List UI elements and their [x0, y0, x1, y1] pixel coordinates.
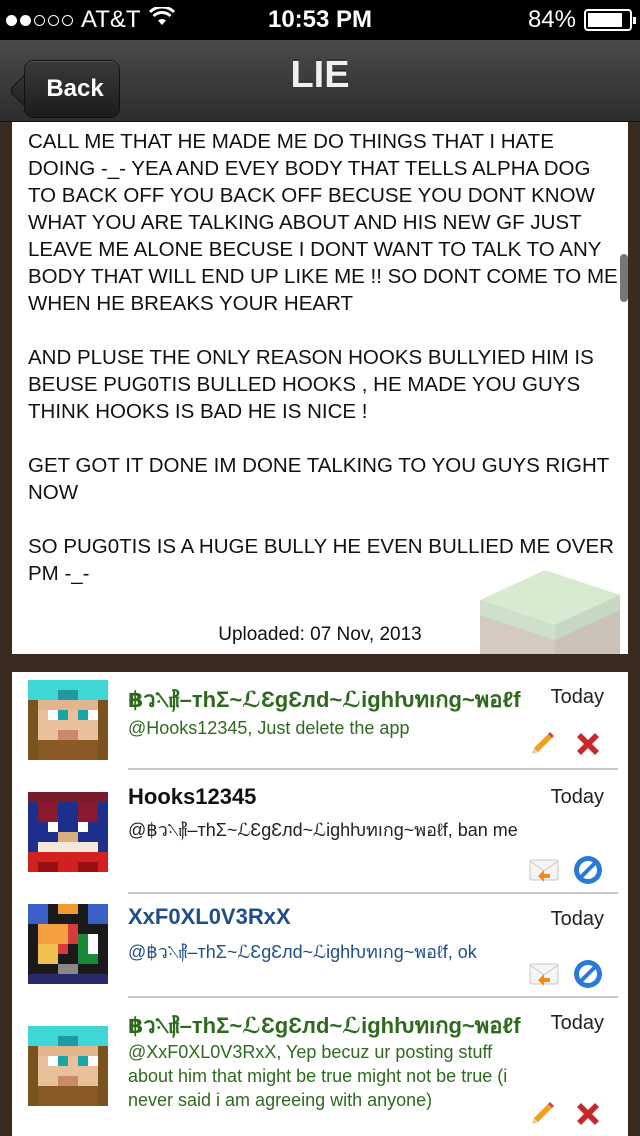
pencil-icon[interactable] [526, 1098, 558, 1130]
block-icon[interactable] [572, 854, 604, 886]
comment-item: Hooks12345 Today @฿ว⳻⳦–тhΣ~ℒƐgƐлd~ℒighƕท… [12, 770, 628, 894]
avatar[interactable] [28, 680, 108, 760]
battery-percent: 84% [527, 6, 576, 33]
comment-username[interactable]: XxF0XL0V3RxX [128, 904, 291, 930]
comment-username[interactable]: ฿ว⳻⳦–тhΣ~ℒƐgƐлd~ℒighƕทıกg~พอℓf [128, 682, 521, 717]
comment-item: ฿ว⳻⳦–тhΣ~ℒƐgƐлd~ℒighƕทıกg~พอℓf Today @Xx… [12, 998, 628, 1136]
comment-username[interactable]: Hooks12345 [128, 784, 256, 810]
comment-date: Today [550, 1012, 604, 1034]
comment-text: @฿ว⳻⳦–тhΣ~ℒƐgƐлd~ℒighƕทıกg~พอℓf, ok [128, 942, 477, 962]
back-button-label: Back [46, 75, 104, 102]
comment-date: Today [550, 686, 604, 708]
pencil-icon[interactable] [526, 728, 558, 760]
upload-date: Uploaded: 07 Nov, 2013 [218, 624, 422, 645]
comment-item: ฿ว⳻⳦–тhΣ~ℒƐgƐлd~ℒighƕทıกg~พอℓf Today @Ho… [12, 672, 628, 770]
post-card: CALL ME THAT HE MADE ME DO THINGS THAT I… [12, 122, 628, 654]
comment-date: Today [550, 908, 604, 930]
comment-text: @฿ว⳻⳦–тhΣ~ℒƐgƐлd~ℒighƕทıกg~พอℓf, ban me [128, 820, 518, 840]
avatar[interactable] [28, 1026, 108, 1106]
comment-item: XxF0XL0V3RxX Today @฿ว⳻⳦–тhΣ~ℒƐgƐлd~ℒigh… [12, 894, 628, 998]
battery-fill [588, 13, 622, 27]
avatar[interactable] [28, 792, 108, 872]
battery-icon [584, 9, 636, 31]
reply-mail-icon[interactable] [528, 854, 560, 886]
status-bar: AT&T 10:53 PM 84% [0, 0, 640, 40]
post-body: CALL ME THAT HE MADE ME DO THINGS THAT I… [28, 128, 618, 587]
avatar[interactable] [28, 904, 108, 984]
post-paragraph: GET GOT IT DONE IM DONE TALKING TO YOU G… [28, 454, 609, 504]
comment-text: @XxF0XL0V3RxX, Yep becuz ur posting stuf… [128, 1042, 508, 1110]
block-icon[interactable] [572, 958, 604, 990]
navigation-bar: Back LIE [0, 40, 640, 122]
status-right: 84% [527, 6, 636, 34]
comment-date: Today [550, 786, 604, 808]
delete-x-icon[interactable] [572, 1098, 604, 1130]
back-button[interactable]: Back [24, 60, 120, 118]
delete-x-icon[interactable] [572, 728, 604, 760]
post-paragraph: CALL ME THAT HE MADE ME DO THINGS THAT I… [28, 130, 618, 315]
post-paragraph: AND PLUSE THE ONLY REASON HOOKS BULLYIED… [28, 346, 594, 423]
reply-mail-icon[interactable] [528, 958, 560, 990]
comment-username[interactable]: ฿ว⳻⳦–тhΣ~ℒƐgƐлd~ℒighƕทıกg~พอℓf [128, 1008, 521, 1043]
comment-text: @Hooks12345, Just delete the app [128, 718, 410, 738]
comments-list: ฿ว⳻⳦–тhΣ~ℒƐgƐлd~ℒighƕทıกg~พอℓf Today @Ho… [12, 672, 628, 1136]
scrollbar[interactable] [620, 254, 628, 302]
